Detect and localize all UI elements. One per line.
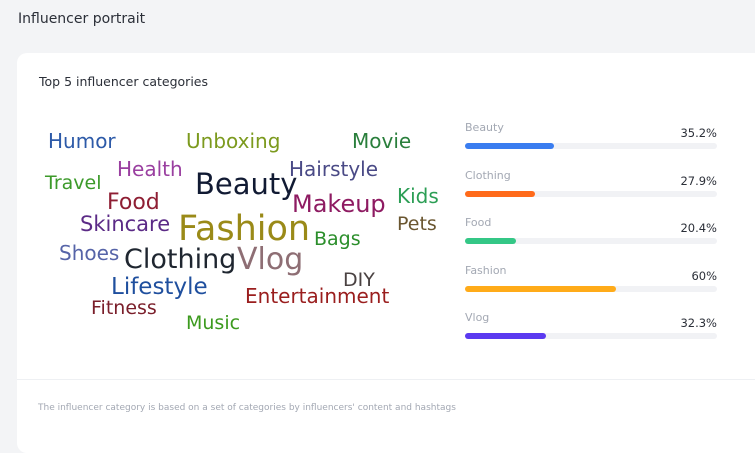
bar-label: Clothing	[465, 168, 511, 182]
bar-track	[465, 285, 717, 292]
page-title: Influencer portrait	[18, 11, 146, 27]
cloud-word-hairstyle: Hairstyle	[289, 157, 379, 181]
cloud-word-food: Food	[107, 190, 160, 215]
category-bar-list: Beauty 35.2% Clothing 27.9% Food 20.4% F…	[465, 121, 717, 359]
bar-label: Fashion	[465, 263, 507, 277]
cloud-word-unboxing: Unboxing	[186, 129, 281, 153]
cloud-word-skincare: Skincare	[80, 212, 171, 236]
bar-value: 20.4%	[680, 221, 717, 235]
category-word-cloud: Humor Unboxing Movie Health Hairstyle Be…	[17, 53, 457, 373]
bar-fill	[465, 285, 617, 292]
bar-label: Food	[465, 216, 492, 229]
bar-fill	[465, 238, 517, 244]
cloud-word-bags: Bags	[314, 228, 361, 250]
bar-track	[465, 238, 717, 244]
bar-value: 27.9%	[680, 173, 717, 188]
cloud-word-entertainment: Entertainment	[245, 284, 390, 308]
cloud-word-health: Health	[117, 157, 183, 181]
cloud-word-lifestyle: Lifestyle	[111, 274, 208, 300]
cloud-word-humor: Humor	[48, 129, 116, 153]
bar-value: 35.2%	[680, 126, 717, 140]
cloud-word-vlog: Vlog	[237, 242, 304, 277]
cloud-word-pets: Pets	[397, 213, 437, 235]
bar-track	[465, 190, 717, 197]
bar-fill	[465, 190, 536, 197]
bar-value: 32.3%	[680, 316, 717, 330]
influencer-categories-card: Top 5 influencer categories Humor Unboxi…	[17, 53, 755, 453]
bar-label: Vlog	[465, 311, 490, 324]
bar-fill	[465, 143, 554, 149]
cloud-word-kids: Kids	[397, 184, 439, 208]
card-footnote: The influencer category is based on a se…	[38, 403, 456, 413]
cloud-word-beauty: Beauty	[195, 167, 298, 201]
bar-value: 60%	[691, 268, 717, 283]
category-bar-vlog: Vlog 32.3%	[465, 311, 717, 359]
cloud-word-shoes: Shoes	[59, 241, 120, 265]
cloud-word-fitness: Fitness	[91, 297, 157, 319]
cloud-word-travel: Travel	[45, 172, 102, 194]
bar-track	[465, 143, 717, 149]
category-bar-clothing: Clothing 27.9%	[465, 169, 717, 217]
bar-track	[465, 333, 717, 339]
cloud-word-music: Music	[186, 312, 241, 334]
category-bar-fashion: Fashion 60%	[465, 264, 717, 312]
card-divider	[17, 379, 755, 380]
cloud-word-clothing: Clothing	[124, 244, 237, 275]
bar-label: Beauty	[465, 121, 504, 134]
category-bar-food: Food 20.4%	[465, 216, 717, 264]
category-bar-beauty: Beauty 35.2%	[465, 121, 717, 169]
cloud-word-movie: Movie	[352, 129, 412, 153]
bar-fill	[465, 333, 547, 339]
